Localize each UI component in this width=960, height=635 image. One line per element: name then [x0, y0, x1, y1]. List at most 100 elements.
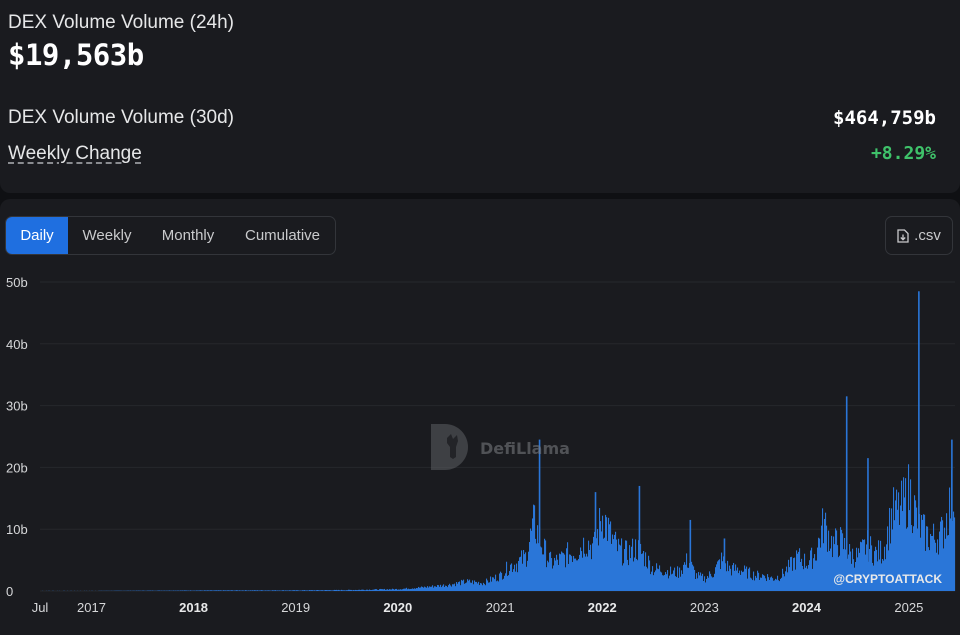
volume-bar — [216, 590, 218, 591]
volume-bar — [514, 564, 516, 591]
volume-bar — [313, 590, 315, 591]
y-tick-label: 40b — [6, 337, 28, 352]
volume-bar — [298, 590, 300, 591]
volume-bar — [315, 590, 317, 591]
y-tick-label: 10b — [6, 522, 28, 537]
volume-bar — [561, 551, 563, 591]
volume-bar — [421, 586, 423, 591]
volume-bar — [451, 586, 453, 591]
volume-bar — [290, 590, 292, 591]
volume-bar — [812, 568, 814, 591]
volume-bar — [599, 508, 601, 591]
volume-bar — [374, 589, 376, 591]
volume-bar — [615, 531, 617, 591]
volume-bar — [614, 534, 616, 591]
volume-bar — [789, 567, 791, 591]
volume-bar — [362, 589, 364, 591]
volume-bar — [611, 543, 613, 591]
volume-bar — [562, 552, 564, 591]
volume-bar — [765, 578, 767, 591]
volume-bar — [573, 555, 575, 591]
volume-bar — [764, 575, 766, 591]
volume-bar — [516, 563, 518, 591]
volume-bar — [219, 590, 221, 591]
volume-bar — [459, 581, 461, 591]
volume-bar — [796, 550, 798, 591]
volume-bar — [405, 588, 407, 591]
volume-spike-bar — [723, 538, 726, 591]
volume-bar — [706, 578, 708, 591]
volume-bar — [329, 590, 331, 591]
volume-bar — [486, 578, 488, 591]
volume-bar — [228, 590, 230, 591]
volume-bar — [419, 587, 421, 591]
volume-bar — [729, 565, 731, 591]
volume-bar — [675, 576, 677, 591]
volume-bar — [692, 564, 694, 591]
volume-bar — [748, 568, 750, 591]
volume-bar — [657, 568, 659, 591]
volume-bar — [526, 566, 528, 591]
volume-bar — [480, 583, 482, 591]
volume-bar — [818, 537, 820, 591]
volume-bar — [633, 561, 635, 591]
volume-bar — [699, 575, 701, 591]
volume-bar — [604, 537, 606, 591]
volume-bar — [265, 590, 267, 591]
volume-bar — [734, 570, 736, 591]
volume-bar — [333, 590, 335, 591]
volume-bar — [296, 590, 298, 591]
volume-bar — [743, 571, 745, 591]
volume-bar — [566, 548, 568, 591]
volume-bar — [685, 564, 687, 591]
volume-bar — [769, 579, 771, 591]
volume-bar — [468, 580, 470, 591]
volume-bar — [536, 543, 538, 591]
volume-bar — [207, 590, 209, 591]
volume-bar — [603, 538, 605, 591]
volume-bar — [711, 576, 713, 591]
volume-bar — [763, 575, 765, 591]
volume-bar — [500, 571, 502, 591]
volume-bar — [251, 590, 253, 591]
volume-bar — [707, 575, 709, 591]
volume-bar — [512, 571, 514, 591]
volume-bar — [943, 548, 945, 591]
volume-bar — [376, 589, 378, 591]
volume-bar — [269, 590, 271, 591]
volume-bar — [592, 543, 594, 591]
volume-bar — [395, 588, 397, 591]
volume-bar — [697, 578, 699, 591]
volume-bar — [737, 567, 739, 591]
volume-bar — [581, 551, 583, 591]
volume-bar — [461, 579, 463, 591]
volume-spike-bar — [918, 291, 920, 591]
volume-bar — [275, 590, 277, 591]
volume-bar — [334, 589, 336, 591]
volume-spike-bar — [689, 519, 692, 591]
volume-bar — [391, 589, 393, 591]
volume-bar — [572, 561, 574, 591]
volume-bar — [623, 563, 625, 591]
volume-bar — [646, 566, 648, 591]
volume-bar — [821, 525, 823, 591]
volume-bar — [422, 586, 424, 591]
volume-bar — [621, 538, 623, 591]
volume-bar — [272, 590, 274, 591]
volume-bar — [354, 590, 356, 591]
volume-bar — [393, 589, 395, 591]
volume-bar — [201, 590, 203, 591]
volume-bar — [609, 524, 611, 591]
volume-bar — [542, 554, 544, 591]
volume-bar — [671, 574, 673, 591]
volume-bar — [293, 590, 295, 591]
volume-bar — [831, 535, 833, 591]
volume-bar — [775, 578, 777, 591]
volume-bar — [535, 538, 537, 591]
volume-bar — [352, 590, 354, 591]
x-tick-label: 2024 — [792, 600, 822, 615]
volume-bar — [666, 574, 668, 591]
volume-bar — [349, 589, 351, 591]
volume-bar — [319, 590, 321, 591]
volume-bar — [730, 568, 732, 591]
